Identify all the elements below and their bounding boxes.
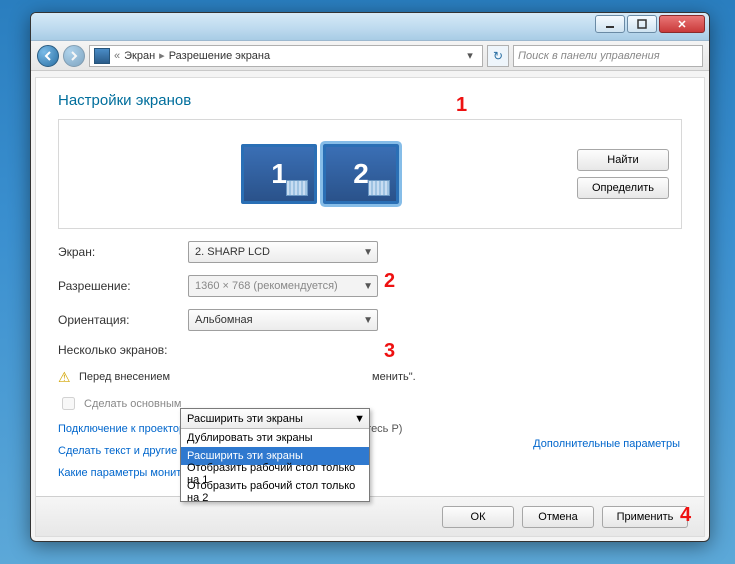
- monitors-preview: 1 2 Найти Определить: [58, 119, 682, 229]
- breadcrumb[interactable]: « Экран ▸ Разрешение экрана ▾: [89, 45, 483, 67]
- close-button[interactable]: ✕: [659, 15, 705, 33]
- multi-option-duplicate[interactable]: Дублировать эти экраны: [181, 429, 369, 447]
- cancel-button[interactable]: Отмена: [522, 506, 594, 528]
- orientation-label: Ориентация:: [58, 313, 178, 327]
- find-button[interactable]: Найти: [577, 149, 669, 171]
- minimize-button[interactable]: [595, 15, 625, 33]
- ok-button[interactable]: ОК: [442, 506, 514, 528]
- display-value: 2. SHARP LCD: [195, 246, 270, 258]
- multi-label: Несколько экранов:: [58, 343, 178, 357]
- maximize-button[interactable]: [627, 15, 657, 33]
- nav-back-button[interactable]: [37, 45, 59, 67]
- display-label: Экран:: [58, 245, 178, 259]
- breadcrumb-sep-icon: «: [114, 50, 120, 62]
- search-placeholder: Поиск в панели управления: [518, 50, 660, 62]
- resolution-value: 1360 × 768 (рекомендуется): [195, 280, 338, 292]
- chevron-down-icon[interactable]: ▾: [462, 49, 478, 62]
- chevron-down-icon: ▼: [354, 413, 365, 425]
- multi-value: Расширить эти экраны: [187, 413, 303, 425]
- titlebar: ✕: [31, 13, 709, 41]
- address-bar: « Экран ▸ Разрешение экрана ▾ ↻ Поиск в …: [31, 41, 709, 71]
- display-icon: [94, 48, 110, 64]
- display-select[interactable]: 2. SHARP LCD ▼: [188, 241, 378, 263]
- chevron-down-icon: ▼: [363, 281, 373, 292]
- multi-option-only2[interactable]: Отобразить рабочий стол только на 2: [181, 483, 369, 501]
- monitor-2[interactable]: 2: [323, 144, 399, 204]
- breadcrumb-segment-1[interactable]: Экран: [124, 50, 155, 62]
- multi-display-dropdown[interactable]: Расширить эти экраны ▼ Дублировать эти э…: [180, 408, 370, 502]
- apply-button[interactable]: Применить: [602, 506, 688, 528]
- monitor-2-label: 2: [353, 158, 369, 190]
- breadcrumb-segment-2[interactable]: Разрешение экрана: [169, 50, 270, 62]
- orientation-select[interactable]: Альбомная ▼: [188, 309, 378, 331]
- warning-text-a: Перед внесением: [79, 371, 170, 383]
- nav-forward-button[interactable]: [63, 45, 85, 67]
- orientation-value: Альбомная: [195, 314, 253, 326]
- warning-text-b: менить".: [372, 371, 416, 383]
- chevron-right-icon: ▸: [159, 49, 165, 62]
- projector-link[interactable]: Подключение к проектору: [58, 423, 190, 435]
- resolution-select[interactable]: 1360 × 768 (рекомендуется) ▼: [188, 275, 378, 297]
- refresh-button[interactable]: ↻: [487, 45, 509, 67]
- search-input[interactable]: Поиск в панели управления: [513, 45, 703, 67]
- monitor-1[interactable]: 1: [241, 144, 317, 204]
- make-main-label: Сделать основным: [84, 398, 181, 410]
- page-title: Настройки экранов: [58, 92, 682, 109]
- footer: ОК Отмена Применить: [36, 496, 704, 536]
- content-area: Настройки экранов 1 2 Найти Определить Э…: [35, 77, 705, 537]
- warning-icon: ⚠: [58, 369, 73, 384]
- chevron-down-icon: ▼: [363, 315, 373, 326]
- warning-row: ⚠ Перед внесением менить".: [58, 369, 682, 384]
- window-frame: ✕ « Экран ▸ Разрешение экрана ▾ ↻ Поиск …: [30, 12, 710, 542]
- make-main-checkbox: [62, 397, 75, 410]
- monitor-1-label: 1: [271, 158, 287, 190]
- identify-button[interactable]: Определить: [577, 177, 669, 199]
- resolution-label: Разрешение:: [58, 279, 178, 293]
- chevron-down-icon: ▼: [363, 247, 373, 258]
- advanced-link[interactable]: Дополнительные параметры: [533, 438, 680, 450]
